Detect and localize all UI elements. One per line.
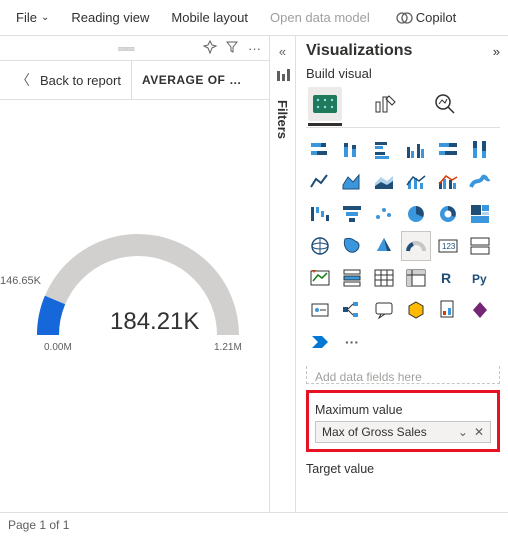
chevron-down-icon[interactable]: ⌄	[458, 425, 468, 439]
pin-icon[interactable]	[204, 41, 216, 56]
viz-decomposition-tree[interactable]	[338, 296, 366, 324]
viz-clustered-column[interactable]	[402, 136, 430, 164]
viz-kpi[interactable]	[306, 264, 334, 292]
viz-funnel[interactable]	[338, 200, 366, 228]
well-label-maximum: Maximum value	[315, 403, 491, 417]
viz-card[interactable]: 123	[434, 232, 462, 260]
viz-key-influencers[interactable]	[306, 296, 334, 324]
visual-title: AVERAGE OF …	[131, 61, 252, 99]
viz-100-stacked-bar[interactable]	[434, 136, 462, 164]
viz-clustered-bar[interactable]	[370, 136, 398, 164]
viz-waterfall[interactable]	[306, 200, 334, 228]
viz-gauge[interactable]	[402, 232, 430, 260]
viz-slicer[interactable]	[338, 264, 366, 292]
viz-stacked-area[interactable]	[370, 168, 398, 196]
chip-label: Max of Gross Sales	[322, 425, 427, 439]
viz-line-clustered-column[interactable]	[434, 168, 462, 196]
status-bar: Page 1 of 1	[0, 512, 508, 536]
build-visual-icon	[312, 94, 338, 114]
highlight-max-value: Maximum value Max of Gross Sales ⌄ ✕	[306, 390, 500, 452]
gauge-value: 184.21K	[110, 308, 199, 336]
viz-table[interactable]	[370, 264, 398, 292]
viz-line-stacked-column[interactable]	[402, 168, 430, 196]
back-to-report-button[interactable]: 〈 Back to report	[0, 61, 131, 99]
mode-tabs	[306, 85, 500, 121]
chevron-down-icon: ⌄	[41, 12, 49, 23]
viz-python-visual[interactable]: Py	[466, 264, 494, 292]
viz-r-visual[interactable]: R	[434, 264, 462, 292]
filters-icon[interactable]	[276, 69, 290, 86]
tab-build-visual[interactable]	[308, 87, 342, 121]
viz-smart-narrative[interactable]	[402, 296, 430, 324]
gauge-visual[interactable]: 146.65K 184.21K 0.00M 1.21M	[0, 100, 269, 360]
gauge-min-label: 146.65K	[0, 275, 41, 287]
back-label: Back to report	[40, 73, 121, 88]
page-indicator: Page 1 of 1	[8, 518, 69, 532]
expand-right-icon[interactable]: »	[493, 44, 500, 59]
menu-file-label: File	[16, 10, 37, 25]
menubar: File ⌄ Reading view Mobile layout Open d…	[0, 0, 508, 36]
well-label-target: Target value	[306, 462, 500, 476]
viz-scatter[interactable]	[370, 200, 398, 228]
tab-format-visual[interactable]	[368, 87, 402, 121]
menu-copilot-label: Copilot	[416, 10, 456, 25]
analytics-icon	[433, 92, 457, 116]
svg-text:R: R	[441, 270, 451, 286]
viz-multi-row-card[interactable]	[466, 232, 494, 260]
viz-ribbon[interactable]	[466, 168, 494, 196]
viz-treemap[interactable]	[466, 200, 494, 228]
viz-pie[interactable]	[402, 200, 430, 228]
visual-toolbar: ══ ···	[0, 36, 269, 60]
viz-area[interactable]	[338, 168, 366, 196]
viz-stacked-column[interactable]	[338, 136, 366, 164]
more-options-icon[interactable]: ···	[248, 41, 261, 56]
visualizations-pane: Visualizations » Build visual	[296, 36, 508, 512]
filters-rail[interactable]: « Filters	[270, 36, 296, 512]
gauge-scale-high: 1.21M	[214, 342, 242, 353]
viz-power-apps[interactable]	[466, 296, 494, 324]
drag-handle-icon[interactable]: ══	[118, 41, 132, 56]
chevron-left-icon: 〈	[16, 70, 30, 90]
menu-copilot[interactable]: Copilot	[386, 4, 466, 32]
svg-text:123: 123	[442, 242, 456, 251]
viz-filled-map[interactable]	[338, 232, 366, 260]
viz-donut[interactable]	[434, 200, 462, 228]
viz-more-visuals[interactable]: ···	[338, 328, 366, 356]
report-header: 〈 Back to report AVERAGE OF …	[0, 60, 269, 100]
viz-paginated-report[interactable]	[434, 296, 462, 324]
viz-matrix[interactable]	[402, 264, 430, 292]
format-icon	[373, 92, 397, 116]
viz-map[interactable]	[306, 232, 334, 260]
filters-label: Filters	[275, 100, 290, 139]
viz-line[interactable]	[306, 168, 334, 196]
field-wells: Add data fields here Maximum value Max o…	[306, 366, 500, 476]
gauge-scale-low: 0.00M	[44, 342, 72, 353]
visualizations-title: Visualizations	[306, 42, 412, 60]
report-pane: ══ ··· 〈 Back to report AVERAGE OF … 146…	[0, 36, 270, 512]
menu-file[interactable]: File ⌄	[6, 4, 59, 31]
menu-reading-view[interactable]: Reading view	[61, 4, 159, 31]
menu-open-data-model: Open data model	[260, 4, 380, 31]
chart-type-grid: 123 R Py ···	[306, 136, 500, 356]
menu-mobile-layout[interactable]: Mobile layout	[161, 4, 258, 31]
chip-max-of-gross-sales[interactable]: Max of Gross Sales ⌄ ✕	[315, 421, 491, 443]
build-visual-label: Build visual	[306, 66, 500, 81]
copilot-icon	[396, 10, 412, 26]
viz-qa[interactable]	[370, 296, 398, 324]
filter-icon[interactable]	[226, 41, 238, 56]
remove-field-icon[interactable]: ✕	[474, 425, 484, 439]
viz-100-stacked-column[interactable]	[466, 136, 494, 164]
field-well-placeholder[interactable]: Add data fields here	[306, 366, 500, 384]
tab-analytics[interactable]	[428, 87, 462, 121]
workspace: ══ ··· 〈 Back to report AVERAGE OF … 146…	[0, 36, 508, 512]
viz-power-automate[interactable]	[306, 328, 334, 356]
svg-text:Py: Py	[472, 272, 487, 286]
expand-left-icon[interactable]: «	[279, 44, 286, 59]
viz-stacked-bar[interactable]	[306, 136, 334, 164]
viz-azure-map[interactable]	[370, 232, 398, 260]
